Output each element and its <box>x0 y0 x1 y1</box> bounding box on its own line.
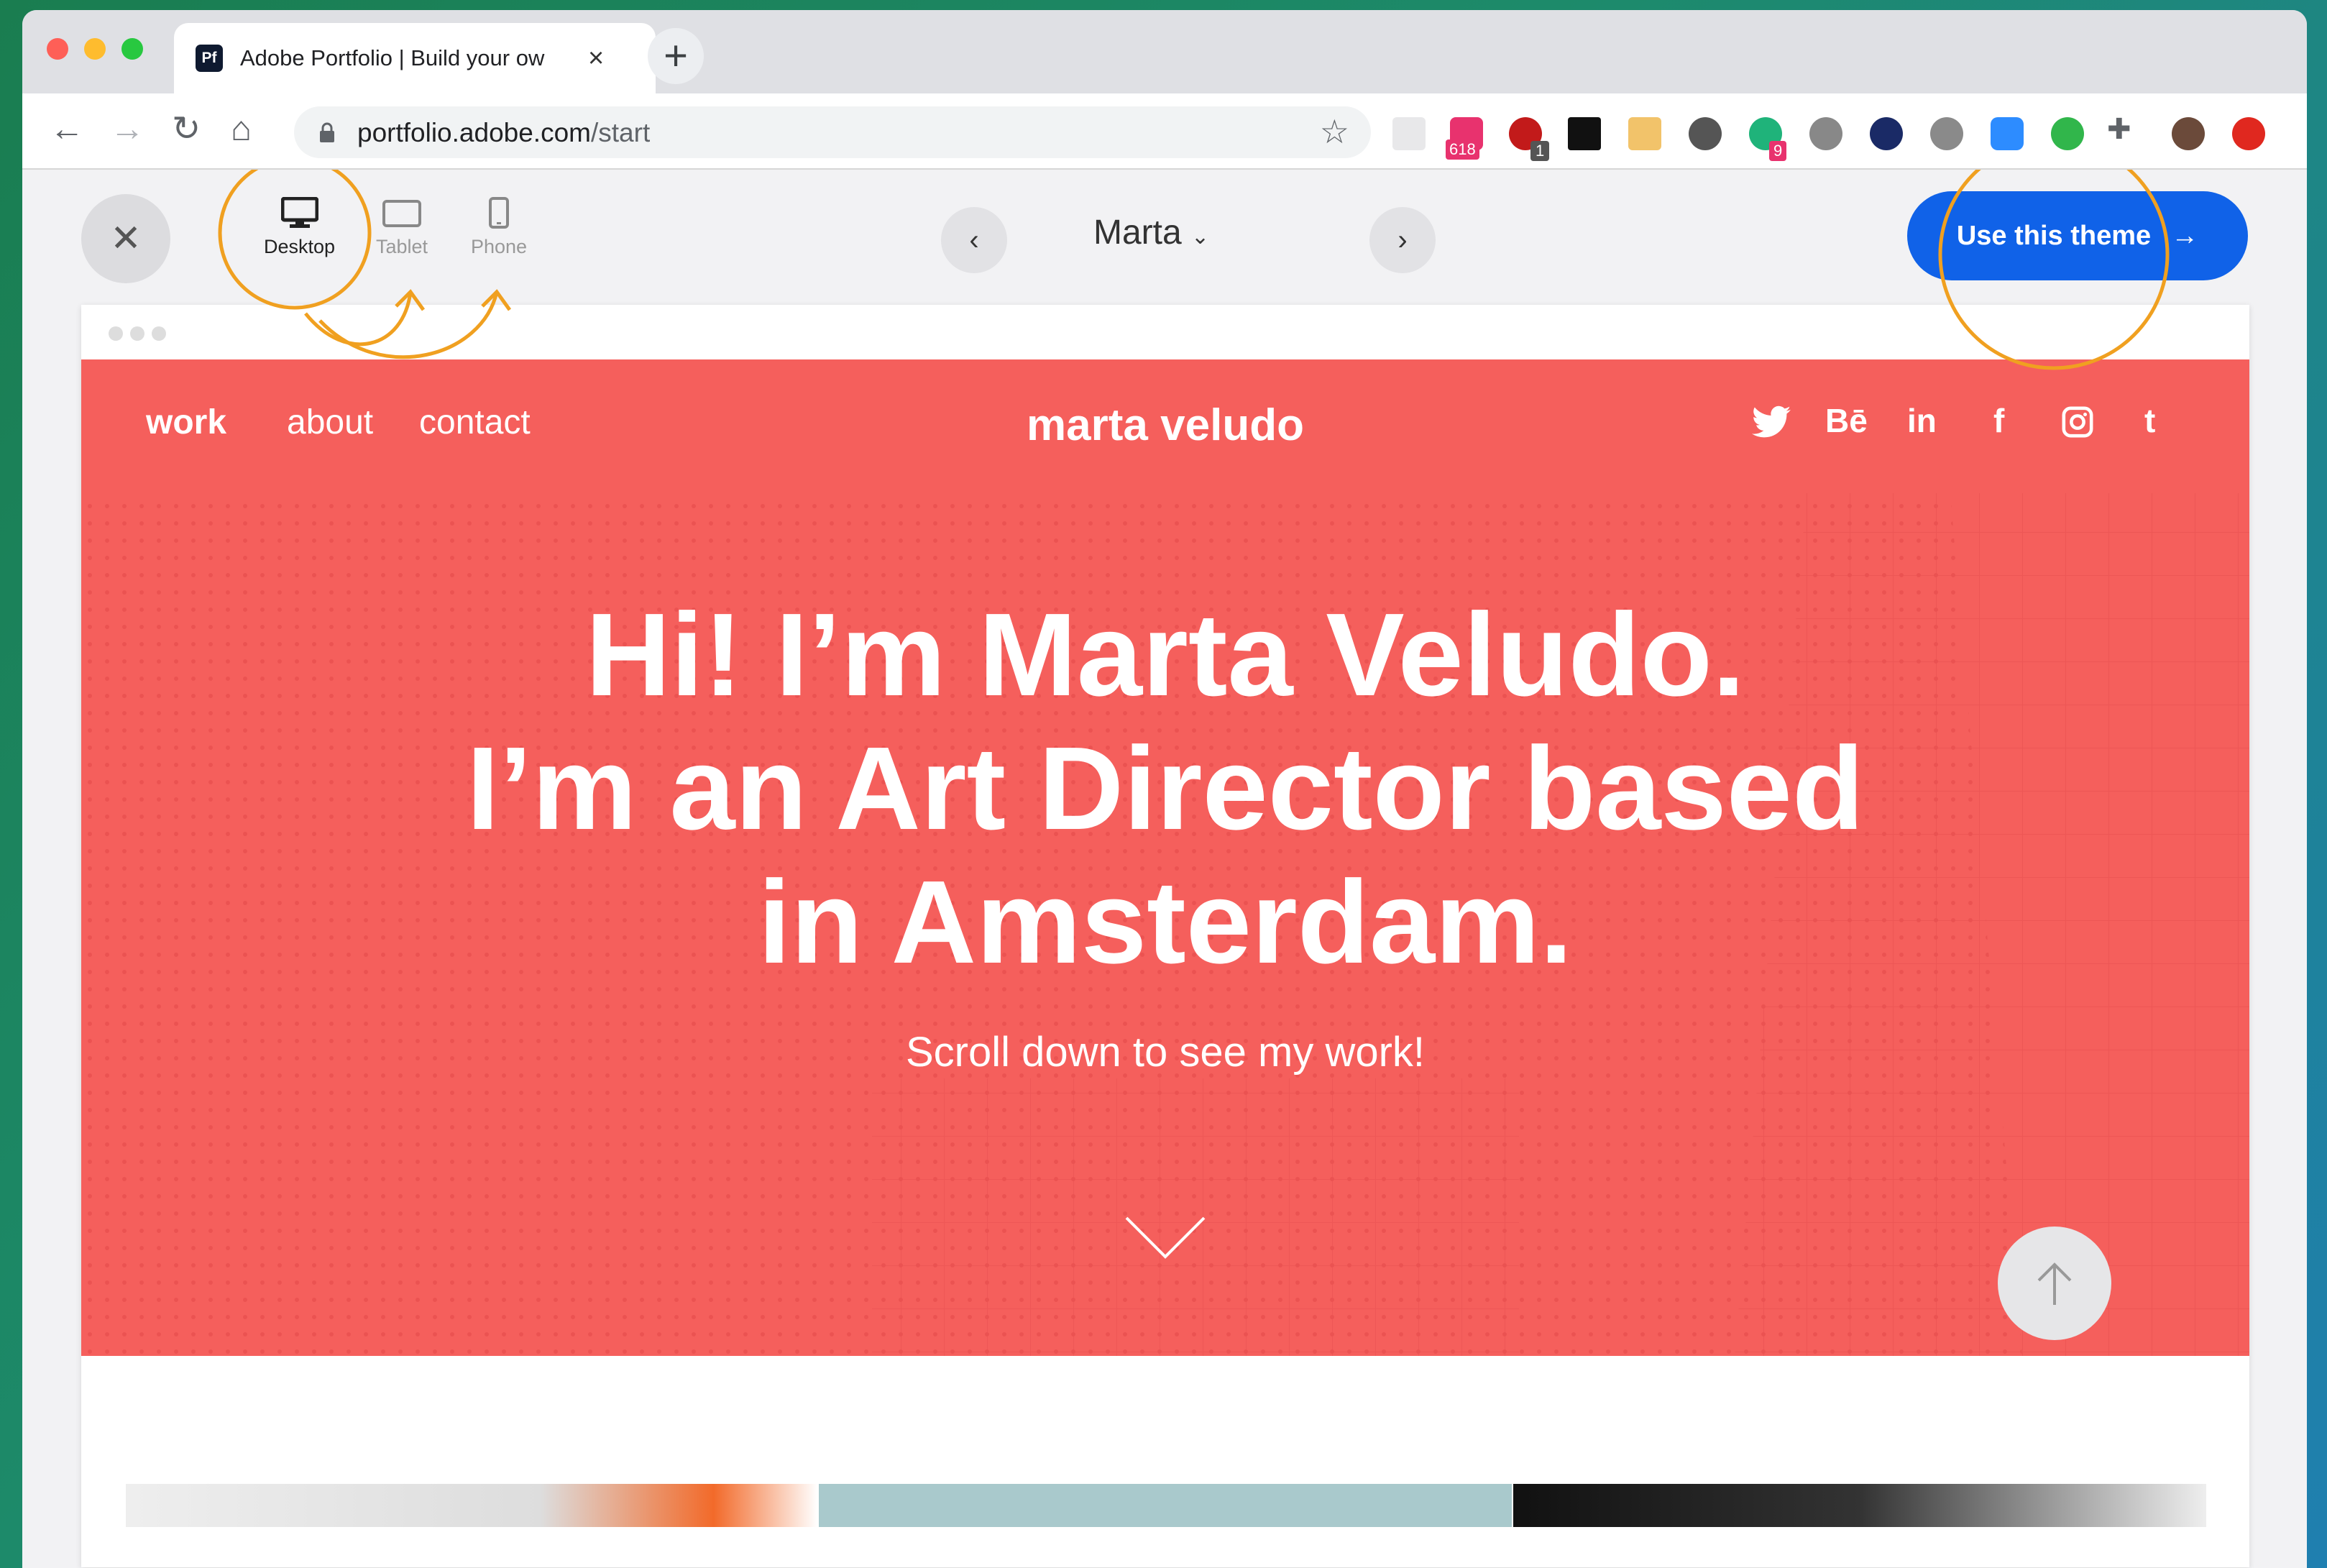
headline-line: I’m an Art Director based <box>466 723 1865 854</box>
extension-s-icon[interactable] <box>1930 117 1963 150</box>
minimize-window-icon[interactable] <box>84 38 106 60</box>
home-icon[interactable]: ⌂ <box>231 112 252 147</box>
tab-bar: Pf Adobe Portfolio | Build your ow × + <box>22 10 2307 93</box>
tutorial-annotations <box>218 170 2170 370</box>
extension-circle-icon[interactable] <box>1689 117 1722 150</box>
new-tab-button[interactable]: + <box>648 28 704 84</box>
browser-toolbar: ← → ↻ ⌂ portfolio.adobe.com/start ☆ 618 … <box>22 93 2307 170</box>
hero-section: work about contact marta veludo Bē in f … <box>81 359 2249 1356</box>
url-text: portfolio.adobe.com/start <box>357 118 651 147</box>
close-window-icon[interactable] <box>47 38 68 60</box>
update-icon[interactable] <box>2232 117 2265 150</box>
annotation-arrow <box>304 291 413 347</box>
theme-preview-area: ✕ Desktop Tablet Phone ‹ Marta ⌄ › Use t… <box>22 170 2307 1568</box>
bookmark-star-icon[interactable]: ☆ <box>1320 112 1349 151</box>
extension-chart-icon[interactable] <box>1392 117 1426 150</box>
adobe-portfolio-favicon: Pf <box>196 45 223 72</box>
browser-window: Pf Adobe Portfolio | Build your ow × + ←… <box>22 10 2307 1568</box>
site-preview-frame: work about contact marta veludo Bē in f … <box>81 305 2249 1567</box>
work-thumbnail[interactable] <box>1513 1484 2206 1527</box>
back-to-top-button[interactable] <box>1998 1227 2111 1340</box>
hero-subheadline: Scroll down to see my work! <box>905 1029 1426 1076</box>
highlight-circle-use-theme <box>1938 170 2170 370</box>
work-thumbnail[interactable] <box>126 1484 817 1527</box>
highlight-circle-desktop <box>218 170 372 310</box>
extension-spy-icon[interactable] <box>1809 117 1842 150</box>
tab-close-icon[interactable]: × <box>588 45 604 72</box>
extension-plane-icon[interactable] <box>1870 117 1903 150</box>
extension-badge: 1 <box>1530 141 1550 161</box>
address-bar[interactable]: portfolio.adobe.com/start ☆ <box>294 106 1371 158</box>
back-icon[interactable]: ← <box>50 112 84 147</box>
scroll-down-chevron-icon[interactable] <box>1124 1215 1207 1261</box>
headline-line: Hi! I’m Marta Veludo. <box>585 589 1745 720</box>
extension-badge: 9 <box>1769 141 1787 161</box>
lock-icon <box>320 122 334 142</box>
work-thumbnail[interactable] <box>819 1484 1512 1527</box>
profile-avatar[interactable] <box>2172 117 2205 150</box>
extensions-puzzle-icon[interactable]: ✚ <box>2107 115 2131 144</box>
browser-tab[interactable]: Pf Adobe Portfolio | Build your ow × <box>174 23 656 93</box>
extension-badge: 618 <box>1446 139 1479 160</box>
arrow-up-icon <box>2037 1262 2072 1305</box>
extension-feather-icon[interactable] <box>1568 117 1601 150</box>
extension-zoom-icon[interactable] <box>1991 117 2024 150</box>
hero-headline: Hi! I’m Marta Veludo. I’m an Art Directo… <box>81 588 2249 989</box>
zoom-window-icon[interactable] <box>121 38 143 60</box>
extension-plus-icon[interactable] <box>2051 117 2084 150</box>
reload-icon[interactable]: ↻ <box>172 112 201 147</box>
extension-face-icon[interactable] <box>1628 117 1661 150</box>
forward-icon[interactable]: → <box>110 112 144 147</box>
tab-title: Adobe Portfolio | Build your ow <box>240 45 545 70</box>
headline-line: in Amsterdam. <box>758 856 1573 988</box>
